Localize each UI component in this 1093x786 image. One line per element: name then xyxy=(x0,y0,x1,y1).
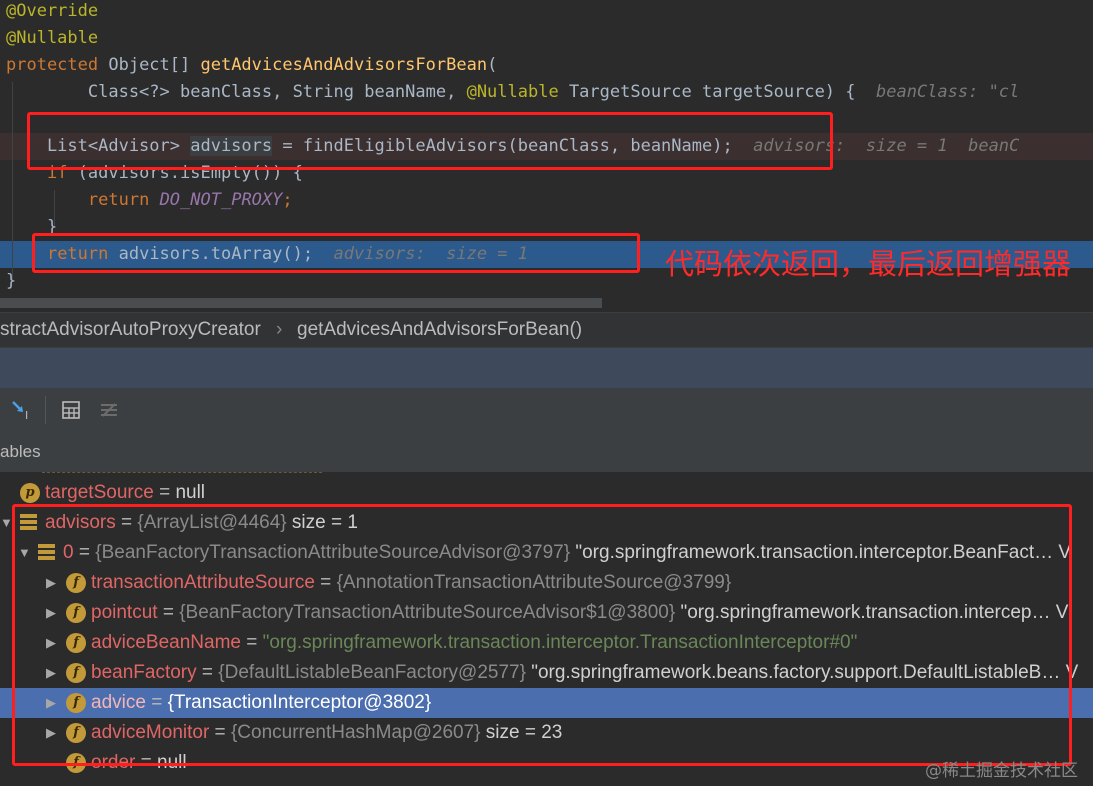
code-line[interactable]: protected Object[] getAdvicesAndAdvisors… xyxy=(6,52,497,79)
breadcrumb: stractAdvisorAutoProxyCreator › getAdvic… xyxy=(0,312,1093,348)
parameter-icon: p xyxy=(20,483,40,503)
step-into-icon[interactable]: I xyxy=(9,397,35,423)
inline-debug-value: beanClass: "cl xyxy=(875,82,1020,102)
horizontal-scrollbar[interactable] xyxy=(0,298,602,308)
code-token: getAdvicesAndAdvisorsForBean xyxy=(200,55,488,75)
disabled-stream-icon[interactable] xyxy=(96,397,122,423)
variables-header: ables xyxy=(0,432,1093,473)
annotation-box-advisors xyxy=(12,504,1072,766)
code-token: TargetSource targetSource) { xyxy=(558,82,876,102)
code-line[interactable]: } xyxy=(6,268,16,295)
variable-value: = xyxy=(153,482,176,503)
code-token: ( xyxy=(487,55,498,75)
svg-text:I: I xyxy=(25,409,28,421)
breadcrumb-method[interactable]: getAdvicesAndAdvisorsForBean() xyxy=(297,319,582,341)
code-token: protected xyxy=(6,55,99,75)
collapse-arrow-icon[interactable]: ▼ xyxy=(0,508,13,538)
code-token: @Override xyxy=(6,1,99,21)
debug-toolbar: I xyxy=(0,388,1093,433)
code-token: Object[] xyxy=(98,55,201,75)
code-token: @Nullable xyxy=(466,82,559,102)
code-line[interactable]: @Override xyxy=(6,0,98,25)
breadcrumb-class[interactable]: stractAdvisorAutoProxyCreator xyxy=(0,319,261,341)
variable-value: null xyxy=(175,482,206,503)
breadcrumb-separator: › xyxy=(276,319,283,340)
code-token: DO_NOT_PROXY xyxy=(159,190,283,210)
watermark: @稀土掘金技术社区 xyxy=(925,761,1078,781)
code-line[interactable]: Class<?> beanClass, String beanName, @Nu… xyxy=(6,79,1019,106)
variable-name: targetSource xyxy=(45,482,154,503)
evaluate-expression-icon[interactable] xyxy=(58,397,84,423)
code-token: } xyxy=(6,271,17,291)
annotation-box-find-advisors xyxy=(27,112,833,170)
code-token: return xyxy=(87,190,150,210)
code-line[interactable]: @Nullable xyxy=(6,25,98,52)
scrolled-row-edge xyxy=(42,472,322,475)
code-line[interactable]: return DO_NOT_PROXY; xyxy=(6,187,293,214)
annotation-box-return xyxy=(32,233,640,273)
annotation-note: 代码依次返回，最后返回增强器 xyxy=(665,247,1072,281)
variables-title: ables xyxy=(0,442,41,461)
debug-panel-header xyxy=(0,348,1093,388)
code-token: ; xyxy=(282,190,293,210)
toolbar-divider xyxy=(45,396,46,424)
code-token: @Nullable xyxy=(6,28,99,48)
code-token: Class<?> beanClass, String beanName, xyxy=(6,82,467,102)
